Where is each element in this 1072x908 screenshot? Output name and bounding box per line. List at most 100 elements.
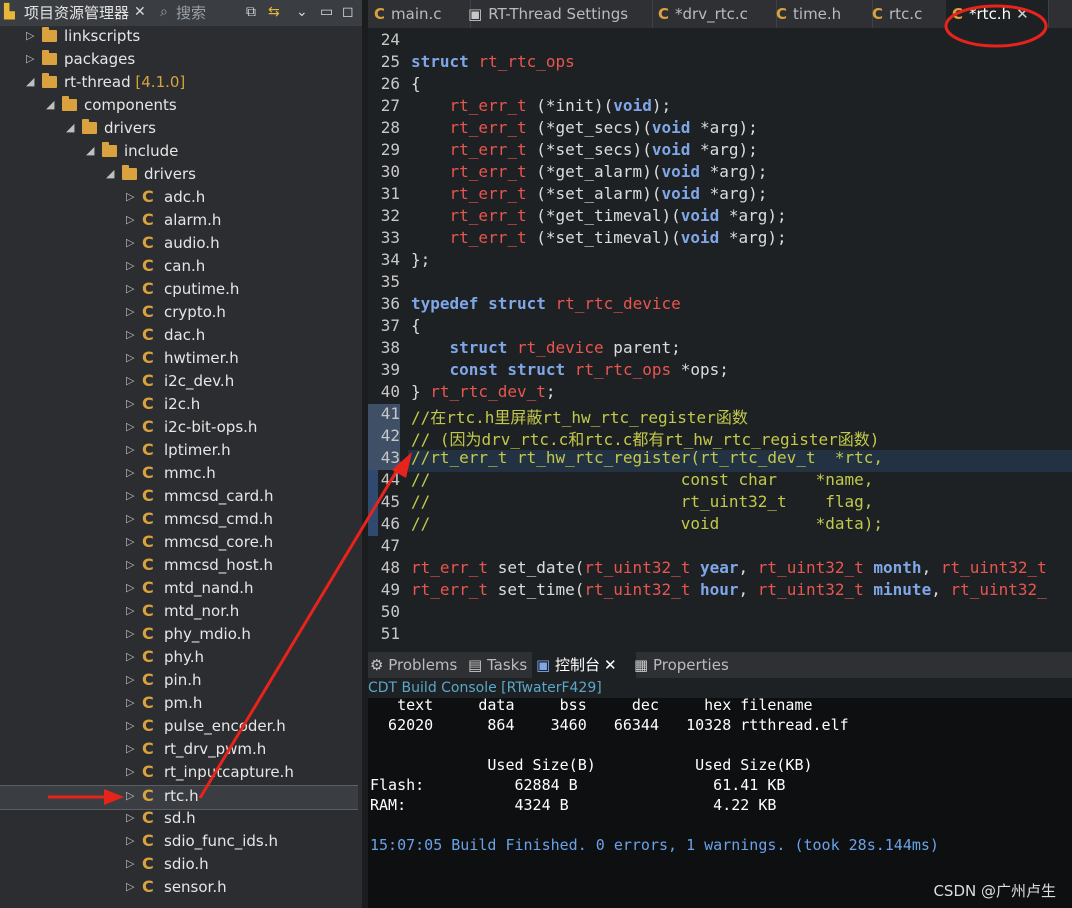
tree-file[interactable]: ▷ Cmtd_nor.h — [0, 601, 358, 624]
collapsed-arrow-icon[interactable]: ▷ — [126, 397, 134, 410]
collapsed-arrow-icon[interactable]: ▷ — [126, 328, 134, 341]
close-icon[interactable]: ✕ — [604, 656, 617, 674]
tree-file[interactable]: ▷ Csdio_func_ids.h — [0, 831, 358, 854]
tree-file[interactable]: ▷ Cmtd_nand.h — [0, 578, 358, 601]
tree-file[interactable]: ▷ Cmmcsd_core.h — [0, 532, 358, 555]
tree-file[interactable]: ▷ Ccputime.h — [0, 279, 358, 302]
expanded-arrow-icon[interactable]: ◢ — [86, 144, 94, 157]
collapsed-arrow-icon[interactable]: ▷ — [126, 535, 134, 548]
collapsed-arrow-icon[interactable]: ▷ — [126, 420, 134, 433]
tree-file[interactable]: ▷ Calarm.h — [0, 210, 358, 233]
collapsed-arrow-icon[interactable]: ▷ — [126, 443, 134, 456]
expanded-arrow-icon[interactable]: ◢ — [106, 167, 114, 180]
tab-project-explorer[interactable]: 项目资源管理器 — [24, 0, 129, 26]
code-line: rt_err_t set_time(rt_uint32_t hour, rt_u… — [411, 580, 1047, 599]
view-menu-icon[interactable]: ⌄ — [296, 4, 308, 20]
collapsed-arrow-icon[interactable]: ▷ — [126, 880, 134, 893]
collapsed-arrow-icon[interactable]: ▷ — [126, 834, 134, 847]
tab-problems[interactable]: ⚙ Problems — [370, 652, 462, 678]
tree-file[interactable]: ▷ Cdac.h — [0, 325, 358, 348]
tree-folder[interactable]: ◢ drivers — [0, 118, 358, 141]
tree-file[interactable]: ▷ Csdio.h — [0, 854, 358, 877]
collapsed-arrow-icon[interactable]: ▷ — [126, 351, 134, 364]
close-icon[interactable]: ✕ — [134, 4, 146, 20]
tab-rtc-h[interactable]: C *rtc.h ✕ — [946, 0, 1049, 28]
collapsed-arrow-icon[interactable]: ▷ — [126, 305, 134, 318]
tree-file[interactable]: ▷ Cphy_mdio.h — [0, 624, 358, 647]
collapsed-arrow-icon[interactable]: ▷ — [126, 604, 134, 617]
tree-file[interactable]: ▷ Cmmcsd_card.h — [0, 486, 358, 509]
c-header-icon: C — [142, 762, 154, 781]
collapsed-arrow-icon[interactable]: ▷ — [126, 466, 134, 479]
tree-file[interactable]: ▷ Crt_drv_pwm.h — [0, 739, 358, 762]
tab-tasks[interactable]: ▤ Tasks — [468, 652, 530, 678]
console-output[interactable]: text data bss dec hex filename 62020 864… — [368, 696, 1072, 908]
tree-folder[interactable]: ◢ drivers — [0, 164, 358, 187]
tree-folder[interactable]: ◢ components — [0, 95, 358, 118]
tree-folder[interactable]: ◢ include — [0, 141, 358, 164]
tree-file[interactable]: ▷ Caudio.h — [0, 233, 358, 256]
collapsed-arrow-icon[interactable]: ▷ — [126, 190, 134, 203]
tree-folder[interactable]: ▷ packages — [0, 49, 358, 72]
collapsed-arrow-icon[interactable]: ▷ — [126, 696, 134, 709]
close-icon[interactable]: ✕ — [1016, 5, 1029, 23]
minimize-icon[interactable]: ▭ — [320, 4, 333, 20]
expanded-arrow-icon[interactable]: ◢ — [46, 98, 54, 111]
collapsed-arrow-icon[interactable]: ▷ — [126, 282, 134, 295]
tree-file[interactable]: ▷ Cpm.h — [0, 693, 358, 716]
tree-file[interactable]: ▷ Cpulse_encoder.h — [0, 716, 358, 739]
collapsed-arrow-icon[interactable]: ▷ — [26, 52, 34, 65]
tree-file[interactable]: ▷ Csd.h — [0, 808, 358, 831]
tree-file[interactable]: ▷ Cphy.h — [0, 647, 358, 670]
collapsed-arrow-icon[interactable]: ▷ — [126, 673, 134, 686]
collapsed-arrow-icon[interactable]: ▷ — [126, 719, 134, 732]
tree-file[interactable]: ▷ Cmmcsd_cmd.h — [0, 509, 358, 532]
collapsed-arrow-icon[interactable]: ▷ — [126, 512, 134, 525]
tree-file[interactable]: ▷ Cadc.h — [0, 187, 358, 210]
tree-file[interactable]: ▷ Crt_inputcapture.h — [0, 762, 358, 785]
collapsed-arrow-icon[interactable]: ▷ — [126, 213, 134, 226]
expanded-arrow-icon[interactable]: ◢ — [26, 75, 34, 88]
tree-file[interactable]: ▷ Ccan.h — [0, 256, 358, 279]
collapse-all-icon[interactable]: ⧉ — [246, 4, 256, 20]
collapsed-arrow-icon[interactable]: ▷ — [126, 581, 134, 594]
collapsed-arrow-icon[interactable]: ▷ — [126, 811, 134, 824]
code-editor[interactable]: 24 25 26 27 28 29 30 31 32 33 34 35 36 37 38 39 40 41 42 43… — [368, 28, 1072, 650]
tree-file[interactable]: ▷ Ci2c_dev.h — [0, 371, 358, 394]
collapsed-arrow-icon[interactable]: ▷ — [126, 857, 134, 870]
tree-file[interactable]: ▷ Ci2c.h — [0, 394, 358, 417]
collapsed-arrow-icon[interactable]: ▷ — [126, 236, 134, 249]
tree-folder[interactable]: ▷ linkscripts — [0, 26, 358, 49]
tab-search[interactable]: 搜索 — [176, 0, 206, 26]
tree-file[interactable]: ▷ Csensor.h — [0, 877, 358, 900]
tree-file[interactable]: ▷ Crtc.h — [0, 785, 358, 810]
tab-console[interactable]: ▣ 控制台 ✕ — [532, 652, 636, 678]
tab-properties[interactable]: ▦ Properties — [634, 652, 744, 678]
tree-file[interactable]: ▷ Cpin.h — [0, 670, 358, 693]
tree-file[interactable]: ▷ Cmmc.h — [0, 463, 358, 486]
tab-main-c[interactable]: Cmain.c — [368, 0, 471, 28]
tree-folder[interactable]: ◢ rt-thread [4.1.0] — [0, 72, 358, 95]
expanded-arrow-icon[interactable]: ◢ — [66, 121, 74, 134]
tab-rt-thread-settings[interactable]: ▣ RT-Thread Settings — [464, 0, 653, 28]
collapsed-arrow-icon[interactable]: ▷ — [126, 742, 134, 755]
tab-time-h[interactable]: Ctime.h — [770, 0, 873, 28]
tree-file[interactable]: ▷ Ccrypto.h — [0, 302, 358, 325]
collapsed-arrow-icon[interactable]: ▷ — [126, 259, 134, 272]
link-editor-icon[interactable]: ⇆ — [268, 4, 280, 20]
tab-rtc-c[interactable]: Crtc.c — [866, 0, 953, 28]
collapsed-arrow-icon[interactable]: ▷ — [126, 558, 134, 571]
maximize-icon[interactable]: ◻ — [342, 4, 354, 20]
collapsed-arrow-icon[interactable]: ▷ — [126, 627, 134, 640]
tree-file[interactable]: ▷ Clptimer.h — [0, 440, 358, 463]
tab-drv-rtc-c[interactable]: C *drv_rtc.c — [652, 0, 777, 28]
tree-file[interactable]: ▷ Ci2c-bit-ops.h — [0, 417, 358, 440]
collapsed-arrow-icon[interactable]: ▷ — [126, 489, 134, 502]
collapsed-arrow-icon[interactable]: ▷ — [26, 29, 34, 42]
collapsed-arrow-icon[interactable]: ▷ — [126, 765, 134, 778]
tree-file[interactable]: ▷ Cmmcsd_host.h — [0, 555, 358, 578]
collapsed-arrow-icon[interactable]: ▷ — [126, 650, 134, 663]
collapsed-arrow-icon[interactable]: ▷ — [126, 374, 134, 387]
tree-file[interactable]: ▷ Chwtimer.h — [0, 348, 358, 371]
collapsed-arrow-icon[interactable]: ▷ — [126, 789, 134, 802]
